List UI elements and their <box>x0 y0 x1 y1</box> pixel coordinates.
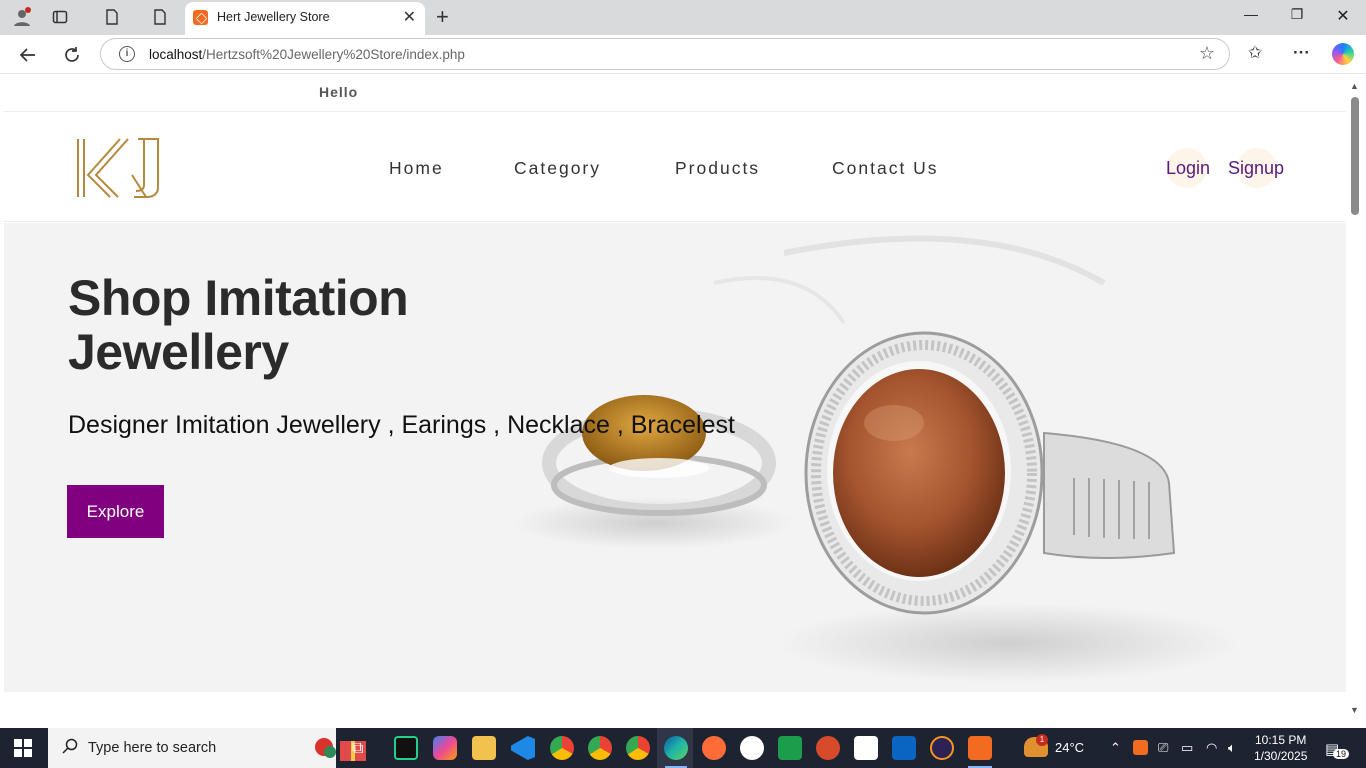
notification-count: 19 <box>1333 749 1350 759</box>
edge-icon[interactable] <box>664 736 688 760</box>
xampp-icon[interactable] <box>968 736 992 760</box>
scroll-up-icon[interactable]: ▲ <box>1350 81 1359 91</box>
signup-link[interactable]: Signup <box>1228 158 1284 179</box>
nav-category[interactable]: Category <box>514 158 601 179</box>
pycharm-icon[interactable] <box>394 736 418 760</box>
pinned-tab-page-icon[interactable] <box>100 6 124 28</box>
site-header: Home Category Products Contact Us Login … <box>4 113 1346 222</box>
search-icon <box>62 738 78 759</box>
weather-temp[interactable]: 24°C <box>1055 740 1084 755</box>
taskbar-search[interactable]: Type here to search <box>48 728 366 768</box>
windows-start-icon[interactable] <box>14 739 32 757</box>
nav-products[interactable]: Products <box>675 158 760 179</box>
profile-icon[interactable] <box>10 6 34 28</box>
store-icon[interactable] <box>854 736 878 760</box>
battery-icon[interactable]: ▭ <box>1181 740 1193 756</box>
volume-icon[interactable]: 🔈︎ <box>1228 740 1236 756</box>
nav-home[interactable]: Home <box>389 158 444 179</box>
tab-title: Hert Jewellery Store <box>217 10 330 24</box>
hero-title: Shop Imitation Jewellery <box>68 270 409 380</box>
settings-app-icon[interactable] <box>816 736 840 760</box>
file-explorer-icon[interactable] <box>472 736 496 760</box>
search-placeholder: Type here to search <box>88 740 217 756</box>
web-page: Hello Home Category Products Contact Us … <box>4 75 1346 724</box>
top-strip: Hello <box>4 75 1346 112</box>
xampp-favicon-icon <box>193 10 208 25</box>
hero-subtitle: Designer Imitation Jewellery , Earings ,… <box>68 411 735 439</box>
refresh-icon[interactable] <box>59 42 85 68</box>
chrome-profile-icon[interactable] <box>588 736 612 760</box>
top-message: Hello <box>319 84 359 100</box>
copilot-app-icon[interactable] <box>433 736 457 760</box>
xampp-tray-icon[interactable] <box>1133 740 1148 755</box>
favorite-star-icon[interactable]: ☆ <box>1199 43 1215 64</box>
close-window-icon[interactable]: ✕ <box>1320 6 1366 26</box>
task-view-icon[interactable]: ⧉ <box>352 740 363 758</box>
restore-icon[interactable]: ❐ <box>1274 6 1320 23</box>
eclipse-icon[interactable] <box>930 736 954 760</box>
wifi-icon[interactable]: ◠ <box>1206 740 1217 756</box>
tab-actions-icon[interactable] <box>48 6 72 28</box>
more-menu-icon[interactable]: ··· <box>1293 43 1310 63</box>
postman-icon[interactable] <box>702 736 726 760</box>
pinned-tab-page-icon-2[interactable] <box>148 6 172 28</box>
windows-taskbar: Type here to search ⧉ 1 24°C ⌃ ⎚ ▭ ◠ 🔈︎ … <box>0 728 1366 768</box>
site-info-icon[interactable]: i <box>119 46 135 62</box>
url-field[interactable]: i localhost/Hertzsoft%20Jewellery%20Stor… <box>100 38 1230 70</box>
mongodb-icon[interactable] <box>740 736 764 760</box>
ring-image <box>514 235 1239 683</box>
minimize-icon[interactable]: — <box>1228 6 1274 22</box>
close-tab-icon[interactable]: ✕ <box>403 7 416 27</box>
chrome-icon[interactable] <box>550 736 574 760</box>
url-text: localhost/Hertzsoft%20Jewellery%20Store/… <box>149 47 465 62</box>
new-tab-icon[interactable]: + <box>436 4 449 30</box>
hero-banner: Shop Imitation Jewellery Designer Imitat… <box>4 223 1346 692</box>
scroll-down-icon[interactable]: ▼ <box>1350 705 1359 715</box>
active-tab[interactable]: Hert Jewellery Store ✕ <box>185 2 425 35</box>
copilot-icon[interactable] <box>1332 43 1354 65</box>
outlook-icon[interactable] <box>892 736 916 760</box>
scroll-thumb[interactable] <box>1351 97 1359 215</box>
back-icon[interactable] <box>15 42 41 68</box>
page-scrollbar[interactable]: ▲ ▼ <box>1347 75 1366 724</box>
chrome-profile-2-icon[interactable] <box>626 736 650 760</box>
meet-icon[interactable]: ⎚ <box>1158 740 1168 756</box>
weather-badge: 1 <box>1036 734 1048 746</box>
explore-button[interactable]: Explore <box>67 485 164 538</box>
green-app-icon[interactable] <box>778 736 802 760</box>
site-logo[interactable] <box>76 137 162 199</box>
vscode-icon[interactable] <box>511 736 535 760</box>
taskbar-clock[interactable]: 10:15 PM 1/30/2025 <box>1254 732 1307 764</box>
nav-contact-us[interactable]: Contact Us <box>832 158 939 179</box>
login-link[interactable]: Login <box>1166 158 1210 179</box>
tray-chevron-up-icon[interactable]: ⌃ <box>1110 740 1121 756</box>
address-bar-row: i localhost/Hertzsoft%20Jewellery%20Stor… <box>0 35 1366 74</box>
browser-tab-bar: Hert Jewellery Store ✕ + — ❐ ✕ <box>0 0 1366 35</box>
favorites-icon[interactable]: ✩ <box>1248 43 1262 63</box>
